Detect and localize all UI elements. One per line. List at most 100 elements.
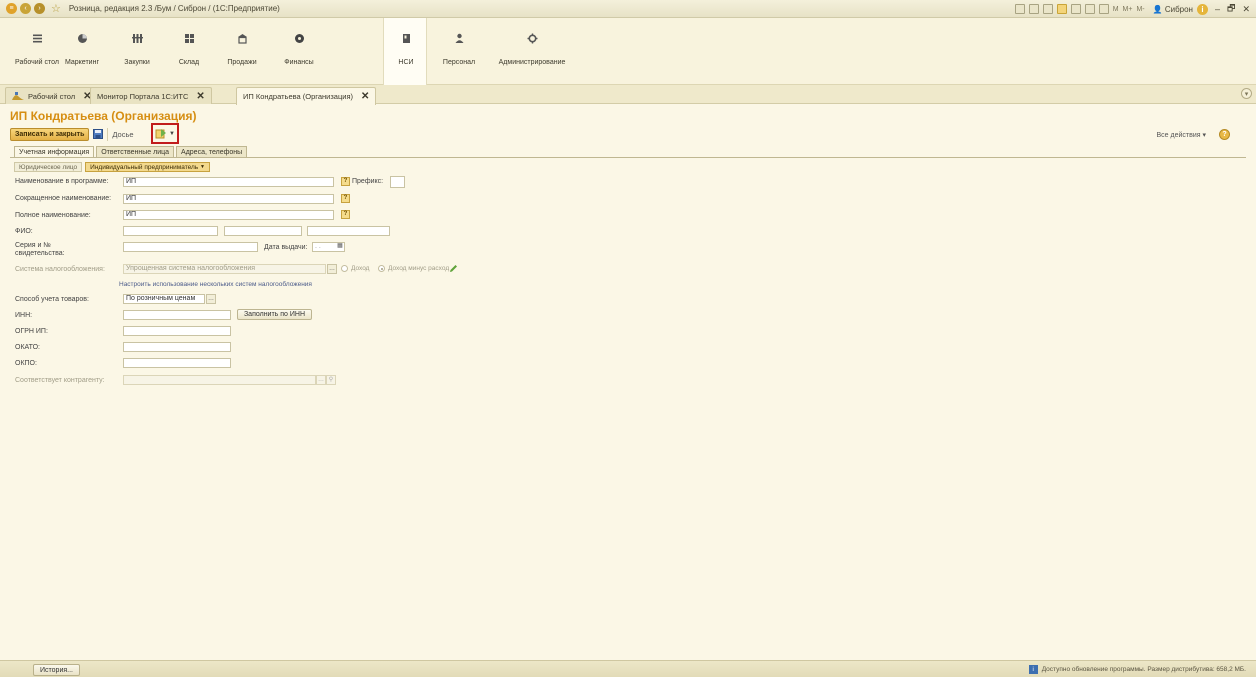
section-administration[interactable]: Администрирование <box>499 18 565 84</box>
update-notification[interactable]: i Доступно обновление программы. Размер д… <box>1028 665 1246 674</box>
certificate-input[interactable] <box>123 242 258 252</box>
tab-organization[interactable]: ИП Кондратьева (Организация) ✕ <box>236 87 377 105</box>
title-bar: ≡ ‹ › ☆ Розница, редакция 2.3 /Бум / Сиб… <box>0 0 1256 18</box>
person-icon <box>437 33 481 45</box>
command-bar: Записать и закрыть Досье <box>10 126 134 142</box>
minimize-button[interactable]: – <box>1215 4 1220 14</box>
section-desktop[interactable]: Рабочий стол <box>15 18 59 84</box>
divider <box>10 157 1246 158</box>
screen-icon[interactable] <box>1098 4 1109 14</box>
help-icon[interactable]: ? <box>341 194 350 203</box>
tab-addresses-phones[interactable]: Адреса, телефоны <box>176 146 248 157</box>
select-button[interactable]: … <box>327 264 337 274</box>
multiple-tax-systems-link[interactable]: Настроить использование нескольких систе… <box>119 281 324 288</box>
favorites-star-icon[interactable]: ☆ <box>51 2 61 15</box>
save-icon[interactable] <box>93 129 104 139</box>
pencil-icon[interactable] <box>449 264 458 273</box>
counterparty-input[interactable] <box>123 375 316 385</box>
section-sales[interactable]: Продажи <box>220 18 264 84</box>
back-icon[interactable]: ‹ <box>20 3 31 14</box>
help-icon[interactable]: ? <box>1219 129 1230 140</box>
favorites-icon[interactable] <box>1056 4 1067 14</box>
radio-income-minus-expense[interactable] <box>378 265 385 272</box>
restore-button[interactable]: 🗗 <box>1227 1 1235 17</box>
section-personnel[interactable]: Персонал <box>437 18 481 84</box>
section-marketing[interactable]: Маркетинг <box>60 18 104 84</box>
radio-income-label: Доход <box>351 265 370 272</box>
info-icon: i <box>1028 665 1038 674</box>
close-button[interactable]: ✕ <box>1242 4 1250 15</box>
legal-entity-option[interactable]: Юридическое лицо <box>14 162 83 172</box>
highlight-box <box>151 123 179 144</box>
ogrn-input[interactable] <box>123 326 231 336</box>
short-name-input[interactable]: ИП <box>123 194 334 204</box>
user-name[interactable]: 👤 Сиброн <box>1153 5 1193 14</box>
tab-responsible-persons[interactable]: Ответственные лица <box>96 146 175 157</box>
tab-accounting-info[interactable]: Учетная информация <box>14 146 95 157</box>
issue-date-label: Дата выдачи: <box>264 244 308 251</box>
section-warehouse[interactable]: Склад <box>167 18 211 84</box>
individual-entrepreneur-option[interactable]: Индивидуальный предприниматель ▼ <box>85 162 210 172</box>
history-icon[interactable] <box>1070 4 1081 14</box>
full-name-input[interactable]: ИП <box>123 210 334 220</box>
window-title: Розница, редакция 2.3 /Бум / Сиброн / (1… <box>68 4 280 13</box>
memory-minus-icon[interactable]: M- <box>1136 6 1144 13</box>
select-button[interactable]: … <box>316 375 326 385</box>
help-icon[interactable]: ? <box>341 210 350 219</box>
entity-type-switch: Юридическое лицо Индивидуальный предприн… <box>14 162 210 172</box>
history-button[interactable]: История... <box>33 664 80 676</box>
name-program-input[interactable]: ИП <box>123 177 334 187</box>
open-windows-bar: Рабочий стол ✕ Монитор Портала 1С:ИТС ✕ … <box>0 85 1256 105</box>
pie-chart-icon <box>60 33 104 45</box>
last-name-input[interactable] <box>123 226 218 236</box>
section-finance[interactable]: Финансы <box>277 18 321 84</box>
fill-by-inn-button[interactable]: Заполнить по ИНН <box>237 309 312 320</box>
okato-input[interactable] <box>123 342 231 352</box>
dossier-button[interactable]: Досье <box>107 127 134 141</box>
all-actions-menu[interactable]: Все действия ▾ <box>1157 131 1206 139</box>
radio-income[interactable] <box>341 265 348 272</box>
form-tabs: Учетная информация Ответственные лица Ад… <box>14 146 249 157</box>
select-button[interactable]: … <box>206 294 216 304</box>
status-bar: История... i Доступно обновление программ… <box>0 660 1256 677</box>
section-purchases[interactable]: Закупки <box>115 18 159 84</box>
short-name-label: Сокращенное наименование: <box>15 195 112 202</box>
title-toolbar: M M+ M- 👤 Сиброн i – 🗗 ✕ <box>1014 1 1250 17</box>
info-icon[interactable]: i <box>1196 3 1208 15</box>
tab-its-monitor[interactable]: Монитор Портала 1С:ИТС ✕ <box>90 87 212 104</box>
inn-label: ИНН: <box>15 312 33 319</box>
book-icon <box>384 33 428 45</box>
prefix-input[interactable] <box>390 176 405 188</box>
goods-accounting-input[interactable]: По розничным ценам <box>123 294 205 304</box>
counterparty-label: Соответствует контрагенту: <box>15 377 105 384</box>
first-name-input[interactable] <box>224 226 302 236</box>
help-icon[interactable]: ? <box>341 177 350 186</box>
memory-plus-icon[interactable]: M+ <box>1123 6 1133 13</box>
calendar-icon[interactable]: ▦ <box>335 242 345 252</box>
tab-desktop[interactable]: Рабочий стол ✕ <box>5 87 99 104</box>
save-and-close-button[interactable]: Записать и закрыть <box>10 127 90 141</box>
forward-icon[interactable]: › <box>34 3 45 14</box>
section-nsi[interactable]: НСИ <box>383 18 427 85</box>
goods-accounting-label: Способ учета товаров: <box>15 296 89 303</box>
copy-icon[interactable] <box>1042 4 1053 14</box>
tax-system-input[interactable]: Упрощенная система налогообложения <box>123 264 326 274</box>
calculator-icon[interactable] <box>1014 4 1025 14</box>
warehouse-icon <box>167 33 211 45</box>
inn-input[interactable] <box>123 310 231 320</box>
app-menu-icon[interactable]: ≡ <box>6 3 17 14</box>
certificate-label: Серия и № свидетельства: <box>15 242 65 257</box>
cart-icon <box>115 33 159 45</box>
shop-icon <box>220 33 264 45</box>
coin-icon <box>277 33 321 45</box>
close-tab-icon[interactable]: ✕ <box>361 91 369 102</box>
close-tab-icon[interactable]: ✕ <box>196 91 204 102</box>
okpo-input[interactable] <box>123 358 231 368</box>
memory-m-icon[interactable]: M <box>1113 6 1119 13</box>
compare-icon[interactable] <box>1084 4 1095 14</box>
search-icon[interactable]: ⚲ <box>326 375 336 385</box>
fio-label: ФИО: <box>15 228 33 235</box>
chevron-down-icon[interactable]: ▾ <box>1241 88 1252 99</box>
calendar-icon[interactable] <box>1028 4 1039 14</box>
middle-name-input[interactable] <box>307 226 390 236</box>
